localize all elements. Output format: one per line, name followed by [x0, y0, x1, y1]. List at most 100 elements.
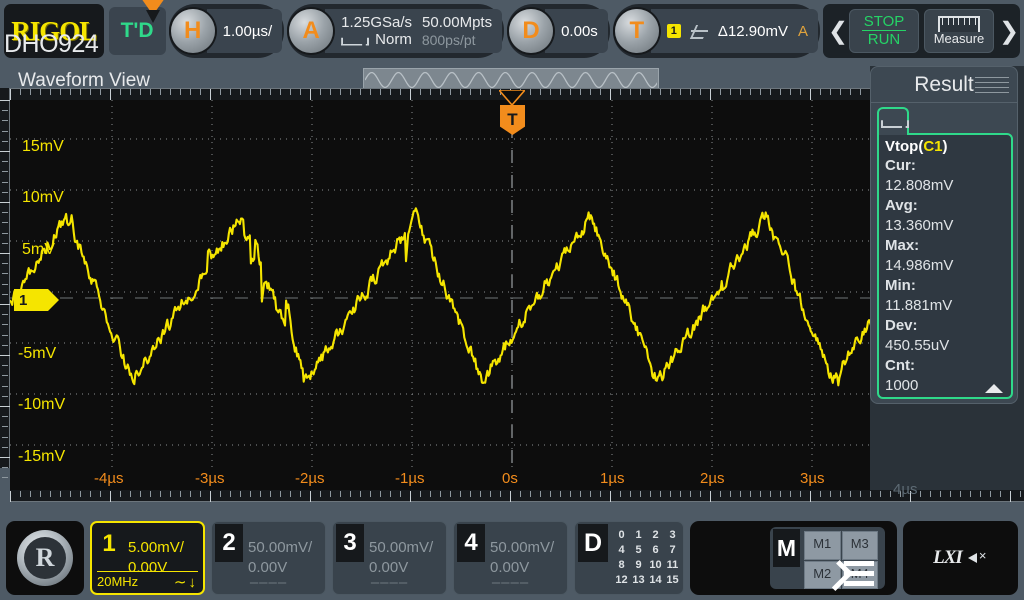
digital-pin[interactable]: 1 [630, 528, 647, 543]
result-measurement-body[interactable]: Vtop(C1) Cur: 12.808mV Avg: 13.360mV Max… [877, 133, 1013, 399]
run-stop-button[interactable]: STOP RUN [849, 9, 919, 53]
channel-disabled-dash-3: –––– [370, 574, 409, 591]
trigger-coupling: A [797, 22, 808, 40]
result-value-dev: 450.55uV [885, 337, 950, 354]
left-ruler [0, 88, 10, 479]
digital-pin[interactable]: 9 [630, 558, 647, 573]
chevron-right-icon[interactable]: ❯ [999, 17, 1019, 46]
channel-footer-1: 20MHz ∼↓ [97, 571, 198, 591]
acquire-knob-icon[interactable]: A [289, 9, 334, 53]
channel-bandwidth-1: 20MHz [97, 574, 139, 589]
waveform-view-title: Waveform View [18, 70, 150, 91]
chevron-left-icon[interactable]: ❮ [828, 17, 848, 46]
channel-footer-2: –––– [217, 572, 320, 592]
math-label: M [773, 529, 800, 567]
digital-pin[interactable]: 11 [664, 558, 681, 573]
memory-depth: 50.00Mpts [422, 14, 493, 31]
top-right-controls: ❮ STOP RUN Measure ❯ [823, 4, 1020, 58]
channel-number-2: 2 [215, 524, 243, 562]
measure-label: Measure [933, 31, 985, 46]
acquire-mode: Norm [375, 31, 412, 48]
result-value-min: 11.881mV [885, 297, 953, 314]
expand-menu-icon[interactable] [828, 556, 874, 590]
channel1-offset-marker[interactable]: 1 [14, 289, 59, 311]
channel-disabled-dash-4: –––– [491, 574, 530, 591]
channel1-marker-label: 1 [19, 291, 28, 309]
channel-button-2[interactable]: 2 50.00mV/ 0.00V –––– [211, 521, 326, 595]
channel-button-3[interactable]: 3 50.00mV/ 0.00V –––– [332, 521, 447, 595]
measure-waveform-icon[interactable] [877, 107, 909, 135]
result-value-cur: 12.808mV [885, 177, 954, 194]
oscilloscope-screen: RIGOL T'D H 1.00µs/ A 1.25GSa/s 50.00Mpt… [0, 0, 1024, 600]
normal-acq-icon [341, 34, 365, 46]
result-key-dev: Dev: [885, 317, 918, 334]
acquire-group[interactable]: A 1.25GSa/s 50.00Mpts Norm 800ps/pt [287, 4, 505, 58]
result-panel-header: Result [871, 67, 1017, 103]
result-key-cur: Cur: [885, 157, 916, 174]
channel-scale-3: 50.00mV/ [369, 539, 434, 556]
channel-button-1[interactable]: 1 5.00mV/ 0.00V 20MHz ∼↓ [90, 521, 205, 595]
ac-coupling-icon: ∼↓ [173, 573, 198, 591]
digital-pin[interactable]: 15 [664, 573, 681, 588]
x-tick-neg1us: -1µs [395, 470, 425, 487]
delay-knob-icon[interactable]: D [509, 9, 554, 53]
digital-pin[interactable]: 2 [647, 528, 664, 543]
horizontal-group[interactable]: H 1.00µs/ [168, 4, 285, 58]
digital-pin[interactable]: 10 [647, 558, 664, 573]
waveform-overview-bar[interactable] [363, 68, 659, 90]
result-value-avg: 13.360mV [885, 217, 954, 234]
home-button[interactable]: R [6, 521, 84, 595]
digital-pin[interactable]: 5 [630, 543, 647, 558]
acquire-resolution: 800ps/pt [421, 31, 476, 48]
result-key-cnt: Cnt: [885, 357, 915, 374]
channel-button-4[interactable]: 4 50.00mV/ 0.00V –––– [453, 521, 568, 595]
waveform-glyph-icon [881, 116, 905, 128]
overview-wave [365, 70, 657, 88]
rigol-home-icon: R [17, 530, 73, 586]
delay-group[interactable]: D 0.00s [507, 4, 610, 58]
trigger-source-badge: 1 [666, 24, 681, 38]
digital-pin[interactable]: 12 [613, 573, 630, 588]
channel-footer-4: –––– [459, 572, 562, 592]
rising-edge-icon [690, 24, 708, 39]
digital-pin[interactable]: 8 [613, 558, 630, 573]
acquire-body[interactable]: 1.25GSa/s 50.00Mpts Norm 800ps/pt [325, 9, 503, 53]
y-tick-neg15mv: -15mV [18, 448, 66, 465]
trigger-body[interactable]: 1 Δ12.90mV A [650, 9, 818, 53]
digital-pin[interactable]: 3 [664, 528, 681, 543]
run-stop-line2: RUN [867, 31, 901, 48]
digital-pin[interactable]: 14 [647, 573, 664, 588]
channel-footer-3: –––– [338, 572, 441, 592]
horizontal-knob-icon[interactable]: H [170, 9, 215, 53]
x-tick-neg2us: -2µs [295, 470, 325, 487]
sample-rate: 1.25GSa/s [341, 14, 413, 31]
y-tick-neg10mv: -10mV [18, 396, 66, 413]
delay-body[interactable]: 0.00s [545, 9, 608, 53]
horizontal-body[interactable]: 1.00µs/ [206, 9, 283, 53]
channel-number-1: 1 [95, 525, 123, 563]
horizontal-scale: 1.00µs/ [222, 22, 273, 40]
x-tick-neg4us: -4µs [94, 470, 124, 487]
triangle-up-icon[interactable] [985, 384, 1003, 393]
digital-pin[interactable]: 7 [664, 543, 681, 558]
digital-channels-button[interactable]: D 0 1 2 3 4 5 6 7 8 9 10 11 12 13 14 15 [574, 521, 684, 595]
digital-pin[interactable]: 13 [630, 573, 647, 588]
measurement-name: Vtop [885, 138, 919, 155]
result-key-min: Min: [885, 277, 916, 294]
digital-pin[interactable]: 0 [613, 528, 630, 543]
trigger-level: Δ12.90mV [717, 22, 788, 40]
speaker-mute-icon[interactable] [967, 548, 988, 566]
result-menu-icon[interactable] [975, 77, 1009, 97]
digital-pin[interactable]: 4 [613, 543, 630, 558]
result-value-max: 14.986mV [885, 257, 954, 274]
panel-time-label: 4µs [893, 481, 918, 498]
measure-button[interactable]: Measure [924, 9, 994, 53]
result-key-avg: Avg: [885, 197, 918, 214]
channel-scale-4: 50.00mV/ [490, 539, 555, 556]
digital-pin[interactable]: 6 [647, 543, 664, 558]
result-panel[interactable]: Result Vtop(C1) Cur: 12.808mV Avg: 13.36… [870, 66, 1018, 404]
bottom-ruler [10, 490, 1024, 502]
lxi-status-area[interactable]: LXI [903, 521, 1018, 595]
trigger-knob-icon[interactable]: T [614, 9, 659, 53]
trigger-group[interactable]: T 1 Δ12.90mV A [612, 4, 820, 58]
